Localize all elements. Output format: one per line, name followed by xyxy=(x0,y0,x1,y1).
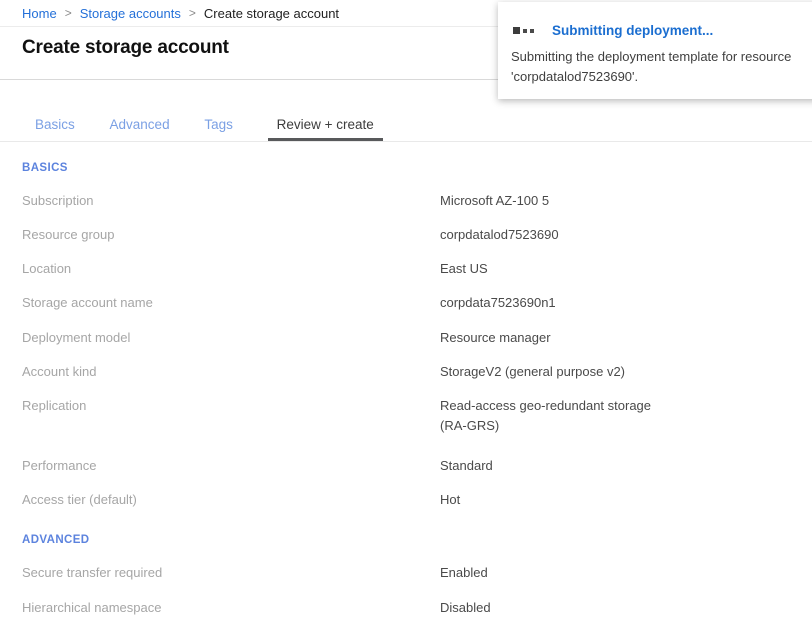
breadcrumb-link-storage-accounts[interactable]: Storage accounts xyxy=(80,6,181,21)
toast-header: Submitting deployment... xyxy=(511,23,812,38)
field-label: Subscription xyxy=(22,191,440,211)
review-row-storage-account-name: Storage account name corpdata7523690n1 xyxy=(22,286,812,320)
tab-basics[interactable]: Basics xyxy=(35,117,75,141)
field-label: Replication xyxy=(22,396,440,436)
field-value: Resource manager xyxy=(440,328,551,348)
section-heading-basics: BASICS xyxy=(22,162,812,174)
field-label: Account kind xyxy=(22,362,440,382)
field-label: Secure transfer required xyxy=(22,563,440,583)
field-label: Access tier (default) xyxy=(22,490,440,510)
tab-advanced[interactable]: Advanced xyxy=(110,117,170,141)
review-row-access-tier: Access tier (default) Hot xyxy=(22,483,812,517)
section-heading-advanced: ADVANCED xyxy=(22,534,812,546)
review-content: BASICS Subscription Microsoft AZ-100 5 R… xyxy=(0,162,812,625)
tab-tags[interactable]: Tags xyxy=(204,117,233,141)
review-row-replication: Replication Read-access geo-redundant st… xyxy=(22,389,812,443)
field-value: East US xyxy=(440,259,488,279)
toast-message: Submitting the deployment template for r… xyxy=(511,47,812,87)
field-label: Deployment model xyxy=(22,328,440,348)
field-value: StorageV2 (general purpose v2) xyxy=(440,362,625,382)
field-value: Microsoft AZ-100 5 xyxy=(440,191,549,211)
toast-title-link[interactable]: Submitting deployment... xyxy=(552,23,713,38)
breadcrumb-separator: > xyxy=(189,6,196,20)
field-value: Hot xyxy=(440,490,460,510)
field-value: corpdata7523690n1 xyxy=(440,293,556,313)
review-row-account-kind: Account kind StorageV2 (general purpose … xyxy=(22,355,812,389)
field-value: Disabled xyxy=(440,598,491,618)
review-row-subscription: Subscription Microsoft AZ-100 5 xyxy=(22,184,812,218)
breadcrumb-current: Create storage account xyxy=(204,6,339,21)
review-row-hierarchical-namespace: Hierarchical namespace Disabled xyxy=(22,591,812,625)
field-value: corpdatalod7523690 xyxy=(440,225,559,245)
tab-review-create[interactable]: Review + create xyxy=(268,117,383,141)
wizard-tabs: Basics Advanced Tags Review + create xyxy=(0,117,812,142)
review-row-location: Location East US xyxy=(22,252,812,286)
field-label: Hierarchical namespace xyxy=(22,598,440,618)
field-label: Storage account name xyxy=(22,293,440,313)
breadcrumb-link-home[interactable]: Home xyxy=(22,6,57,21)
review-row-resource-group: Resource group corpdatalod7523690 xyxy=(22,218,812,252)
review-row-deployment-model: Deployment model Resource manager xyxy=(22,321,812,355)
toast-message-line2: 'corpdatalod7523690'. xyxy=(511,67,812,87)
breadcrumb-separator: > xyxy=(65,6,72,20)
review-row-performance: Performance Standard xyxy=(22,449,812,483)
deployment-toast[interactable]: Submitting deployment... Submitting the … xyxy=(498,2,812,99)
field-value: Enabled xyxy=(440,563,488,583)
review-row-secure-transfer: Secure transfer required Enabled xyxy=(22,556,812,590)
field-label: Resource group xyxy=(22,225,440,245)
toast-message-line1: Submitting the deployment template for r… xyxy=(511,47,812,67)
field-label: Performance xyxy=(22,456,440,476)
deployment-progress-icon xyxy=(513,27,537,34)
field-value: Read-access geo-redundant storage (RA-GR… xyxy=(440,396,680,436)
field-label: Location xyxy=(22,259,440,279)
field-value: Standard xyxy=(440,456,493,476)
